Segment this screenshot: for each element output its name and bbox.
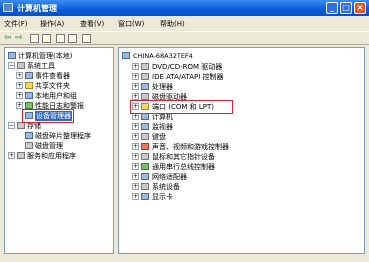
disk-management-icon	[25, 142, 33, 149]
expand-icon[interactable]: +	[132, 93, 139, 100]
computer-management-icon	[3, 3, 13, 12]
dvd-drive-icon	[141, 63, 149, 70]
expand-icon[interactable]: +	[16, 92, 23, 99]
tree-label: 性能日志和警报	[35, 102, 84, 110]
device-category-label: 处理器	[152, 83, 173, 91]
menu-help[interactable]: 帮助(H)	[160, 19, 185, 29]
expand-icon[interactable]: +	[8, 152, 15, 159]
mouse-icon	[141, 153, 149, 160]
device-category-label: 显示卡	[152, 193, 173, 201]
forward-arrow-icon[interactable]: ⇨	[15, 34, 24, 43]
tree-label: 服务和应用程序	[27, 152, 76, 160]
minimize-button[interactable]: _	[326, 2, 338, 14]
menu-view[interactable]: 查看(V)	[80, 19, 104, 29]
console-tree-pane[interactable]: 计算机管理(本地) − 系统工具 + 事件查看器 + 共享文件夹 + 本地用户和…	[4, 47, 114, 254]
tools-icon	[17, 62, 25, 69]
tree-label: 共享文件夹	[35, 82, 70, 90]
expand-icon[interactable]: +	[132, 73, 139, 80]
device-category-label: 系统设备	[152, 183, 180, 191]
expand-icon[interactable]: +	[132, 63, 139, 70]
display-adapter-icon	[141, 193, 149, 200]
menu-action[interactable]: 操作(A)	[40, 19, 64, 29]
tree-label: 磁盘管理	[35, 142, 63, 150]
device-category-label: 键盘	[152, 133, 166, 141]
expand-icon[interactable]: +	[132, 163, 139, 170]
device-list-pane[interactable]: CHINA-68A32TEF4 + DVD/CD-ROM 驱动器 + IDE A…	[118, 47, 365, 254]
computer-management-window: 计算机管理 _ □ × 文件(F) 操作(A) 查看(V) 窗口(W) 帮助(H…	[0, 0, 369, 262]
device-category-label: DVD/CD-ROM 驱动器	[152, 63, 223, 71]
menu-file[interactable]: 文件(F)	[4, 19, 28, 29]
computer-icon	[8, 52, 16, 59]
usb-icon	[141, 163, 149, 170]
ide-controller-icon	[141, 73, 149, 80]
collapse-icon[interactable]: −	[8, 122, 15, 129]
device-category-label: 网络适配器	[152, 173, 187, 181]
system-device-icon	[141, 183, 149, 190]
tree-label-selected: 设备管理器	[35, 111, 72, 121]
device-category-label: 鼠标和其它指针设备	[152, 153, 215, 161]
computer-icon	[141, 113, 149, 120]
expand-icon[interactable]: +	[132, 123, 139, 130]
title-bar[interactable]: 计算机管理 _ □ ×	[0, 0, 369, 16]
tree-label: 事件查看器	[35, 72, 70, 80]
tree-label: 系统工具	[27, 62, 55, 70]
expand-icon[interactable]: +	[132, 103, 139, 110]
device-category-label: 磁盘驱动器	[152, 93, 187, 101]
menu-window[interactable]: 窗口(W)	[118, 19, 144, 29]
toolbar: ⇦ ⇨	[0, 31, 369, 45]
event-viewer-icon	[25, 72, 33, 79]
print-icon[interactable]	[82, 34, 91, 43]
performance-icon	[25, 102, 33, 109]
tree-label: 本地用户和组	[35, 92, 77, 100]
services-icon	[17, 152, 25, 159]
tree-root-label: 计算机管理(本地)	[18, 52, 73, 60]
network-adapter-icon	[141, 173, 149, 180]
expand-icon[interactable]: +	[132, 173, 139, 180]
device-category-label: IDE ATA/ATAPI 控制器	[152, 73, 224, 81]
expand-icon[interactable]: +	[132, 83, 139, 90]
expand-icon[interactable]: +	[16, 82, 23, 89]
maximize-button[interactable]: □	[340, 2, 352, 14]
expand-icon[interactable]: +	[132, 153, 139, 160]
menu-bar: 文件(F) 操作(A) 查看(V) 窗口(W) 帮助(H)	[0, 17, 369, 30]
shared-folder-icon	[25, 82, 33, 89]
disk-drive-icon	[141, 93, 149, 100]
close-button[interactable]: ×	[354, 2, 366, 14]
computer-name: CHINA-68A32TEF4	[133, 52, 193, 60]
properties-icon[interactable]	[42, 34, 51, 43]
monitor-icon	[141, 123, 149, 130]
sound-icon	[141, 143, 149, 150]
expand-icon[interactable]: +	[16, 102, 23, 109]
device-category-label: 端口 (COM 和 LPT)	[152, 103, 214, 111]
expand-icon[interactable]: +	[132, 113, 139, 120]
device-category-label: 计算机	[152, 113, 173, 121]
back-arrow-icon[interactable]: ⇦	[4, 34, 13, 43]
device-category-label: 通用串行总线控制器	[152, 163, 215, 171]
users-icon	[25, 92, 33, 99]
tree-label: 磁盘碎片整理程序	[35, 132, 91, 140]
expand-icon[interactable]: +	[132, 193, 139, 200]
expand-icon[interactable]: +	[132, 143, 139, 150]
device-manager-icon	[25, 112, 33, 119]
tree-label: 存储	[27, 122, 41, 130]
defrag-icon	[25, 132, 33, 139]
device-category-label: 监视器	[152, 123, 173, 131]
up-folder-icon[interactable]	[30, 34, 39, 43]
expand-icon[interactable]: +	[132, 183, 139, 190]
storage-icon	[17, 122, 25, 129]
help-icon[interactable]	[56, 34, 65, 43]
computer-icon	[122, 52, 130, 59]
view-icon[interactable]	[68, 34, 77, 43]
processor-icon	[141, 83, 149, 90]
expand-icon[interactable]: +	[132, 133, 139, 140]
port-icon	[141, 103, 149, 110]
collapse-icon[interactable]: −	[8, 62, 15, 69]
window-title: 计算机管理	[17, 4, 57, 13]
expand-icon[interactable]: +	[16, 72, 23, 79]
keyboard-icon	[141, 133, 149, 140]
device-category-label: 声音、视频和游戏控制器	[152, 143, 229, 151]
